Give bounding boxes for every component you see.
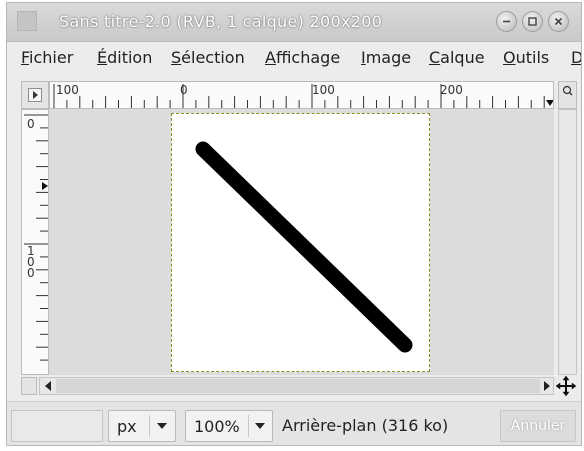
ruler-label: 0 <box>27 117 35 131</box>
horizontal-ruler[interactable]: 100 0 100 200 <box>49 81 554 109</box>
ruler-label: 100 <box>27 244 35 280</box>
title-bar[interactable]: Sans titre-2.0 (RVB, 1 calque) 200x200 <box>7 3 581 42</box>
menu-affichage[interactable]: Affichage <box>265 48 340 67</box>
horizontal-ruler-ticks <box>53 84 553 108</box>
window-title: Sans titre-2.0 (RVB, 1 calque) 200x200 <box>59 12 383 31</box>
magnifier-icon <box>562 85 573 96</box>
gimp-image-window: Sans titre-2.0 (RVB, 1 calque) 200x200 F… <box>6 2 582 446</box>
vertical-ruler-ticks <box>24 114 48 361</box>
pointer-marker-icon <box>546 100 553 106</box>
ruler-label: 200 <box>440 83 463 97</box>
layer-info: Arrière-plan (316 ko) <box>282 416 449 435</box>
pointer-coordinates <box>11 410 103 442</box>
zoom-fit-button[interactable] <box>558 81 577 109</box>
ruler-corner <box>21 81 49 109</box>
vertical-ruler[interactable]: 0 100 <box>21 109 49 375</box>
close-button[interactable] <box>548 11 569 32</box>
canvas-area[interactable] <box>49 109 554 375</box>
image-canvas[interactable] <box>171 113 430 372</box>
ruler-label: 100 <box>56 83 79 97</box>
zoom-value: 100% <box>194 417 240 436</box>
ruler-label: 100 <box>312 83 335 97</box>
scroll-left-icon[interactable] <box>42 378 54 394</box>
menu-outils[interactable]: Outils <box>503 48 549 67</box>
menu-fichier[interactable]: Fichier <box>21 48 73 67</box>
unit-value: px <box>117 417 137 436</box>
menu-image[interactable]: Image <box>361 48 411 67</box>
cancel-button[interactable]: Annuler <box>500 410 576 442</box>
chevron-down-icon <box>255 423 265 429</box>
status-bar: px 100% Arrière-plan (316 ko) Annuler <box>7 401 581 445</box>
menu-calque[interactable]: Calque <box>429 48 485 67</box>
horizontal-scrollbar[interactable] <box>39 377 554 395</box>
scroll-right-icon[interactable] <box>541 378 553 394</box>
window-menu-icon[interactable] <box>17 11 37 31</box>
horizontal-scroll-thumb[interactable] <box>56 379 540 393</box>
menu-edition[interactable]: Édition <box>97 48 152 67</box>
ruler-label: 0 <box>180 83 188 97</box>
vertical-scrollbar[interactable] <box>558 109 577 375</box>
pointer-marker-icon <box>42 182 48 190</box>
maximize-icon <box>528 17 537 26</box>
menu-more[interactable]: D <box>571 48 581 67</box>
menu-bar: Fichier Édition Sélection Affichage Imag… <box>7 42 581 76</box>
menu-selection[interactable]: Sélection <box>171 48 245 67</box>
quick-mask-toggle[interactable] <box>21 377 37 395</box>
minimize-button[interactable] <box>496 11 517 32</box>
zoom-selector[interactable]: 100% <box>185 410 273 442</box>
chevron-down-icon <box>157 423 167 429</box>
unit-selector[interactable]: px <box>108 410 176 442</box>
close-icon <box>554 17 563 26</box>
brush-stroke <box>195 141 413 353</box>
image-menu-button[interactable] <box>28 88 42 102</box>
maximize-button[interactable] <box>522 11 543 32</box>
navigate-move-icon[interactable] <box>556 375 576 397</box>
minimize-icon <box>503 20 510 23</box>
